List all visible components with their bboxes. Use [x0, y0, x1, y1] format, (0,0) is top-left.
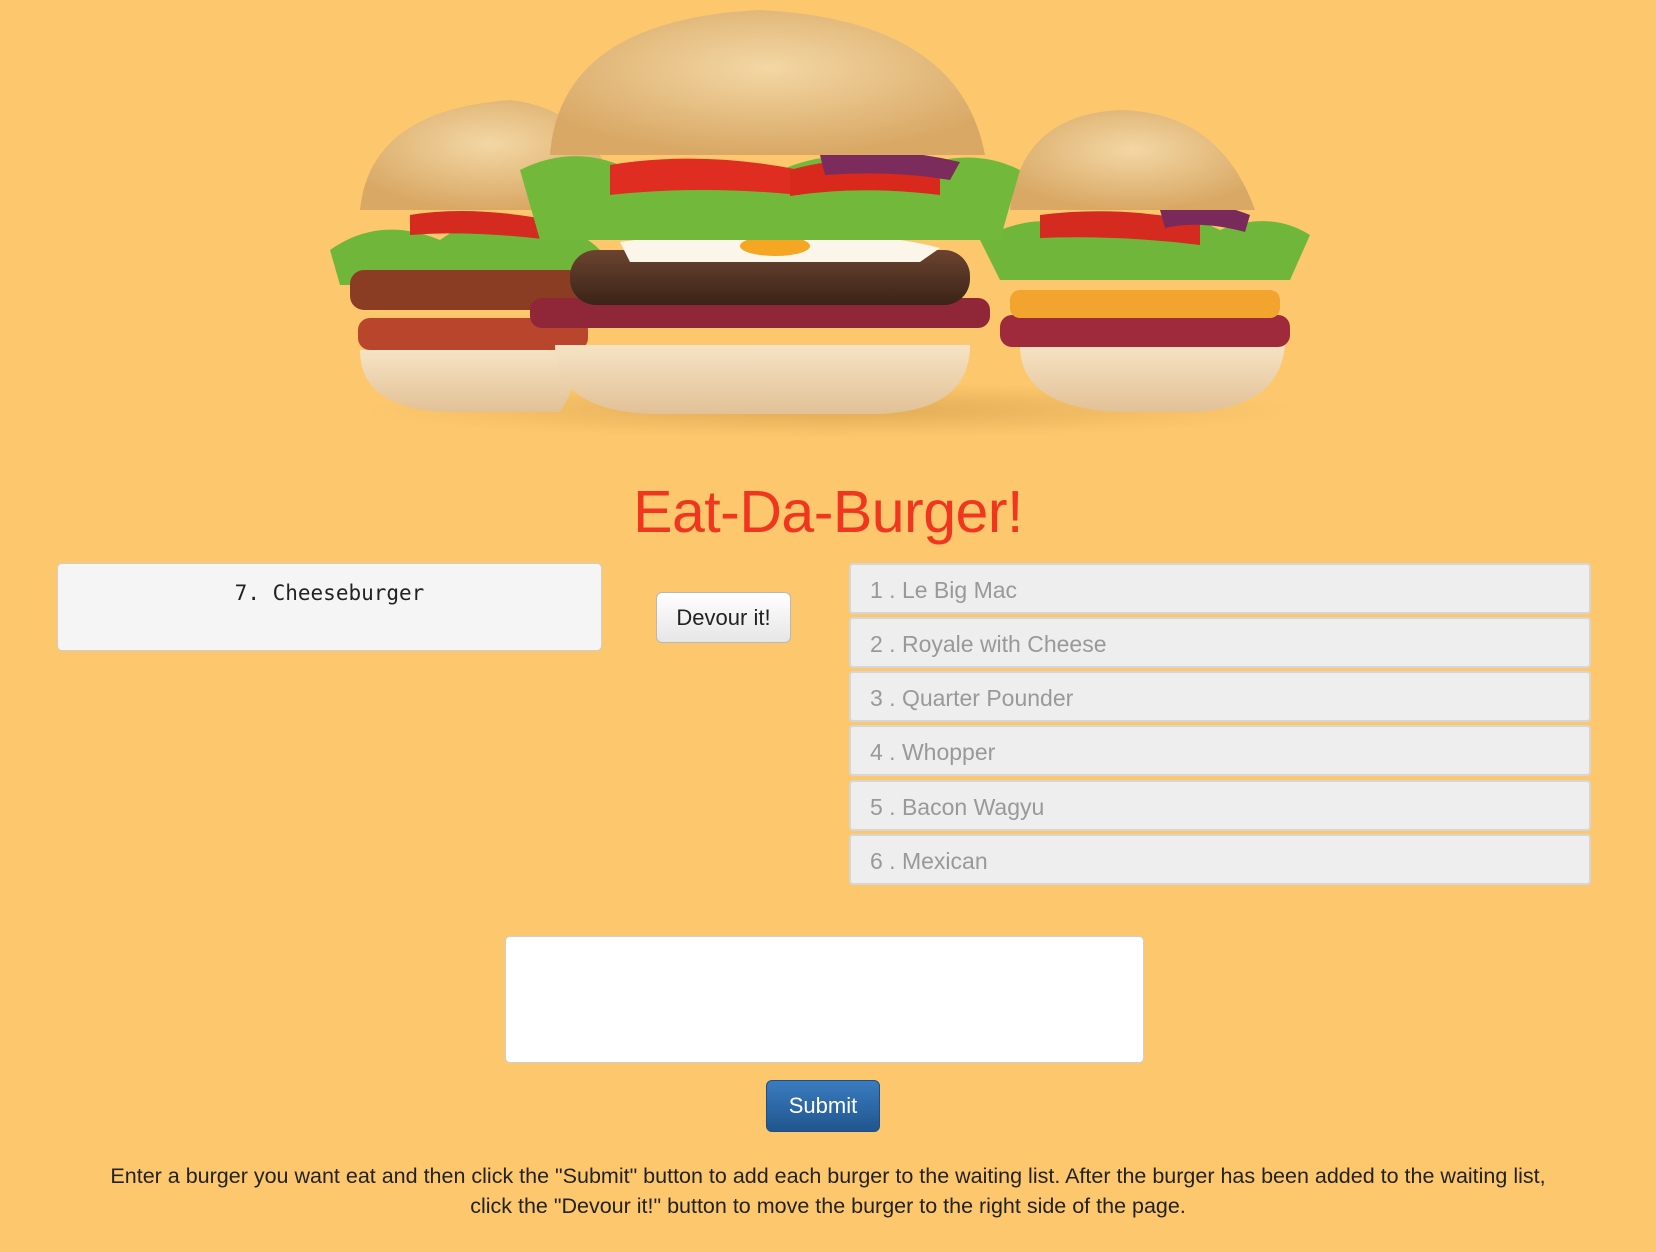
instructions-line-2: click the "Devour it!" button to move th…: [470, 1194, 1186, 1218]
instructions-text: Enter a burger you want eat and then cli…: [50, 1161, 1606, 1221]
page: Eat-Da-Burger! 7. Cheeseburger Devour it…: [0, 0, 1656, 1252]
burgers-hero-image: [330, 10, 1310, 438]
devoured-burger-item: 3 . Quarter Pounder: [849, 671, 1591, 722]
instructions-line-1: Enter a burger you want eat and then cli…: [110, 1164, 1546, 1188]
submit-button[interactable]: Submit: [766, 1080, 880, 1132]
devoured-burger-item: 4 . Whopper: [849, 725, 1591, 776]
devoured-burger-item: 6 . Mexican: [849, 834, 1591, 885]
page-title: Eat-Da-Burger!: [633, 479, 1023, 545]
waiting-burger-item: 7. Cheeseburger: [57, 563, 602, 651]
devoured-burger-item: 2 . Royale with Cheese: [849, 617, 1591, 668]
burger-name-input[interactable]: [505, 936, 1144, 1063]
devoured-burger-item: 1 . Le Big Mac: [849, 563, 1591, 614]
devour-button[interactable]: Devour it!: [656, 592, 791, 643]
devoured-burger-item: 5 . Bacon Wagyu: [849, 780, 1591, 831]
